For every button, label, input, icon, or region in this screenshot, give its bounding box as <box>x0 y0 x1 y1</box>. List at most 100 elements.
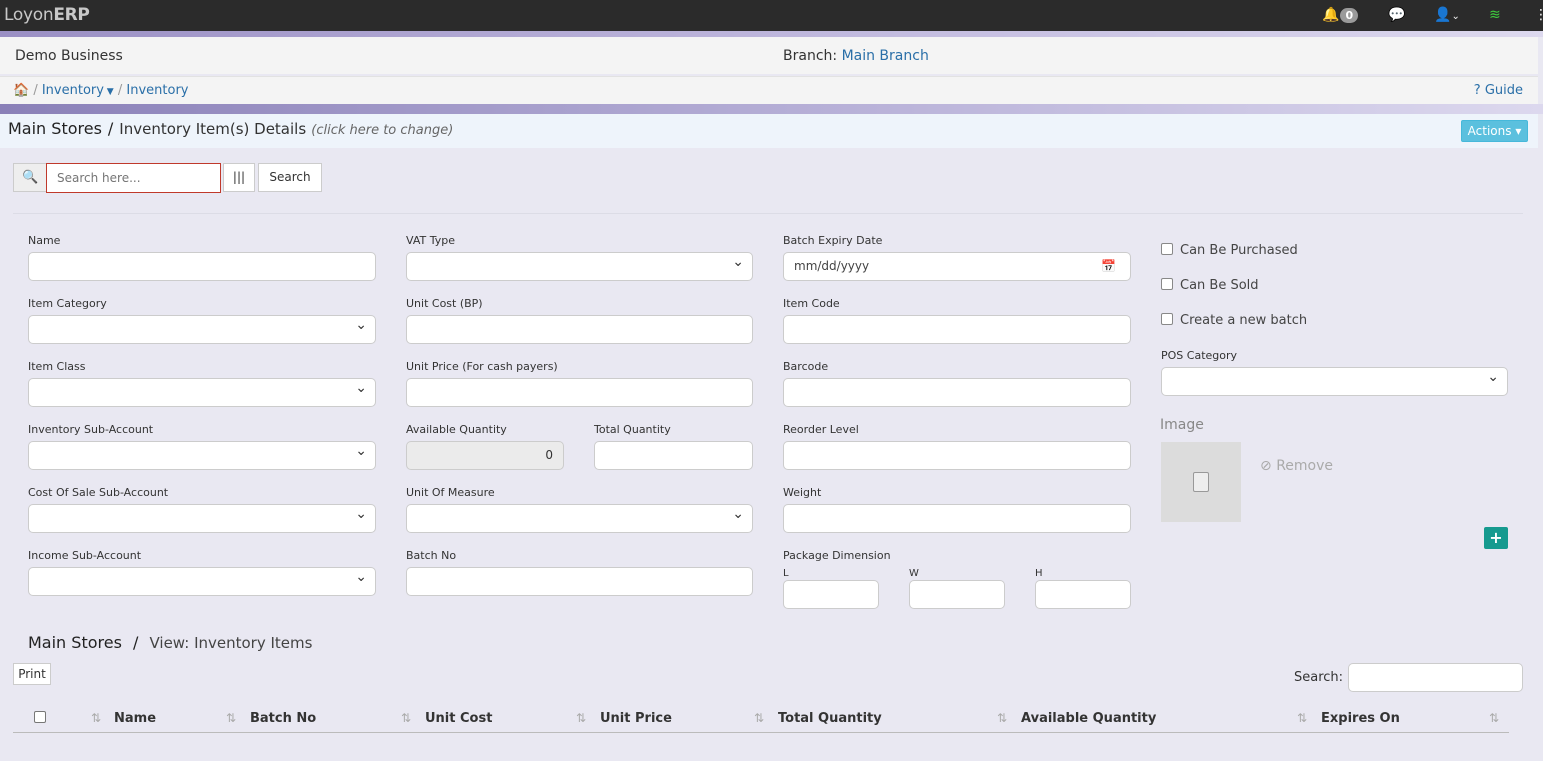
sort-icon[interactable]: ⇅ <box>1489 711 1499 725</box>
reorder-field[interactable] <box>783 441 1131 470</box>
plus-icon: + <box>1489 528 1503 547</box>
home-icon[interactable]: 🏠 <box>13 83 29 98</box>
caret-down-icon[interactable]: ▼ <box>104 87 114 97</box>
weight-field[interactable] <box>783 504 1131 533</box>
batch-no-field[interactable] <box>406 567 753 596</box>
top-navbar: LoyonERP 🔔 0 💬 👤⌄ ≋ ⋮ <box>0 0 1543 31</box>
messages-button[interactable]: 💬 <box>1388 7 1405 23</box>
business-bar: Demo Business Branch: Main Branch <box>0 37 1538 74</box>
unit-cost-field[interactable] <box>406 315 753 344</box>
decor-strip-2 <box>0 104 1543 114</box>
can-be-purchased-label: Can Be Purchased <box>1180 243 1298 258</box>
dim-h-field[interactable] <box>1035 580 1131 609</box>
store-name: Main Stores <box>8 119 102 138</box>
actions-label: Actions <box>1467 124 1512 138</box>
col-total-quantity[interactable]: Total Quantity <box>778 711 882 726</box>
breadcrumb-inventory[interactable]: Inventory <box>126 83 188 98</box>
can-be-sold-checkbox[interactable]: Can Be Sold <box>1161 278 1259 293</box>
notification-badge: 0 <box>1340 8 1359 23</box>
reorder-label: Reorder Level <box>783 423 859 436</box>
sort-icon[interactable]: ⇅ <box>997 711 1007 725</box>
guide-link[interactable]: ? Guide <box>1474 83 1523 98</box>
page-header: Main Stores / Inventory Item(s) Details (c… <box>0 114 1538 148</box>
table-title-separator: / <box>133 633 139 652</box>
can-be-sold-label: Can Be Sold <box>1180 278 1259 293</box>
bell-icon: 🔔 <box>1322 7 1340 23</box>
table-store-name: Main Stores <box>28 633 122 652</box>
weight-label: Weight <box>783 486 822 499</box>
unit-measure-label: Unit Of Measure <box>406 486 495 499</box>
question-icon: ? <box>1473 83 1481 98</box>
wifi-icon: ≋ <box>1489 7 1501 23</box>
unit-measure-select[interactable] <box>406 504 753 533</box>
name-field[interactable] <box>28 252 376 281</box>
sort-icon[interactable]: ⇅ <box>401 711 411 725</box>
add-button[interactable]: + <box>1484 527 1508 549</box>
col-expires-on[interactable]: Expires On <box>1321 711 1400 726</box>
inventory-sub-select[interactable] <box>28 441 376 470</box>
search-button[interactable]: Search <box>258 163 322 192</box>
item-category-select[interactable] <box>28 315 376 344</box>
vat-type-select[interactable] <box>406 252 753 281</box>
sort-icon[interactable]: ⇅ <box>226 711 236 725</box>
guide-label: Guide <box>1484 83 1523 98</box>
page-subtitle: Inventory Item(s) Details <box>119 120 307 138</box>
checkbox-box[interactable] <box>1161 278 1173 290</box>
more-menu-button[interactable]: ⋮ <box>1534 7 1543 23</box>
vertical-dots-icon: ⋮ <box>1534 7 1543 23</box>
pos-category-select[interactable] <box>1161 367 1508 396</box>
chat-icon: 💬 <box>1388 7 1406 23</box>
barcode-icon[interactable]: ||| <box>223 163 255 192</box>
sort-icon[interactable]: ⇅ <box>91 711 101 725</box>
cost-of-sale-label: Cost Of Sale Sub-Account <box>28 486 169 499</box>
image-placeholder[interactable] <box>1161 442 1241 522</box>
brand-bold: ERP <box>53 5 90 25</box>
item-code-field[interactable] <box>783 315 1131 344</box>
user-icon: 👤 <box>1434 7 1452 23</box>
remove-label: Remove <box>1276 458 1334 474</box>
can-be-purchased-checkbox[interactable]: Can Be Purchased <box>1161 243 1298 258</box>
calendar-icon[interactable]: 📅 <box>1101 253 1116 280</box>
print-button[interactable]: Print <box>13 663 51 685</box>
dim-w-field[interactable] <box>909 580 1005 609</box>
remove-image-button[interactable]: ⊘ Remove <box>1260 458 1333 474</box>
breadcrumb-inventory-menu[interactable]: Inventory <box>42 83 104 98</box>
app-logo[interactable]: LoyonERP <box>4 5 90 25</box>
change-hint: (click here to change) <box>311 123 454 138</box>
search-input[interactable] <box>46 163 221 193</box>
unit-price-label: Unit Price (For cash payers) <box>406 360 558 373</box>
branch-link[interactable]: Main Branch <box>842 48 929 64</box>
breadcrumb-bar: 🏠 / Inventory ▼ / Inventory ? Guide <box>0 76 1538 104</box>
checkbox-box[interactable] <box>1161 243 1173 255</box>
col-batch-no[interactable]: Batch No <box>250 711 316 726</box>
col-unit-price[interactable]: Unit Price <box>600 711 672 726</box>
income-sub-select[interactable] <box>28 567 376 596</box>
col-available-quantity[interactable]: Available Quantity <box>1021 711 1156 726</box>
total-qty-field[interactable] <box>594 441 753 470</box>
item-class-select[interactable] <box>28 378 376 407</box>
sort-icon[interactable]: ⇅ <box>1297 711 1307 725</box>
create-batch-checkbox[interactable]: Create a new batch <box>1161 313 1307 328</box>
barcode-field[interactable] <box>783 378 1131 407</box>
available-qty-label: Available Quantity <box>406 423 507 436</box>
notifications-button[interactable]: 🔔 0 <box>1322 7 1359 23</box>
dim-l-field[interactable] <box>783 580 879 609</box>
item-code-label: Item Code <box>783 297 840 310</box>
actions-button[interactable]: Actions ▾ <box>1461 120 1528 142</box>
user-menu-button[interactable]: 👤⌄ <box>1434 7 1460 23</box>
checkbox-box[interactable] <box>1161 313 1173 325</box>
table-search-input[interactable] <box>1348 663 1523 692</box>
item-class-label: Item Class <box>28 360 86 373</box>
col-name[interactable]: Name <box>114 711 156 726</box>
search-icon[interactable]: 🔍 <box>13 163 47 192</box>
batch-expiry-field[interactable]: mm/dd/yyyy 📅 <box>783 252 1131 281</box>
sort-icon[interactable]: ⇅ <box>576 711 586 725</box>
wifi-status[interactable]: ≋ <box>1489 7 1501 23</box>
col-unit-cost[interactable]: Unit Cost <box>425 711 492 726</box>
unit-price-field[interactable] <box>406 378 753 407</box>
cost-of-sale-select[interactable] <box>28 504 376 533</box>
total-qty-label: Total Quantity <box>594 423 671 436</box>
page-title[interactable]: Main Stores / Inventory Item(s) Details (c… <box>8 119 453 138</box>
sort-icon[interactable]: ⇅ <box>754 711 764 725</box>
select-all-checkbox[interactable] <box>34 711 46 723</box>
